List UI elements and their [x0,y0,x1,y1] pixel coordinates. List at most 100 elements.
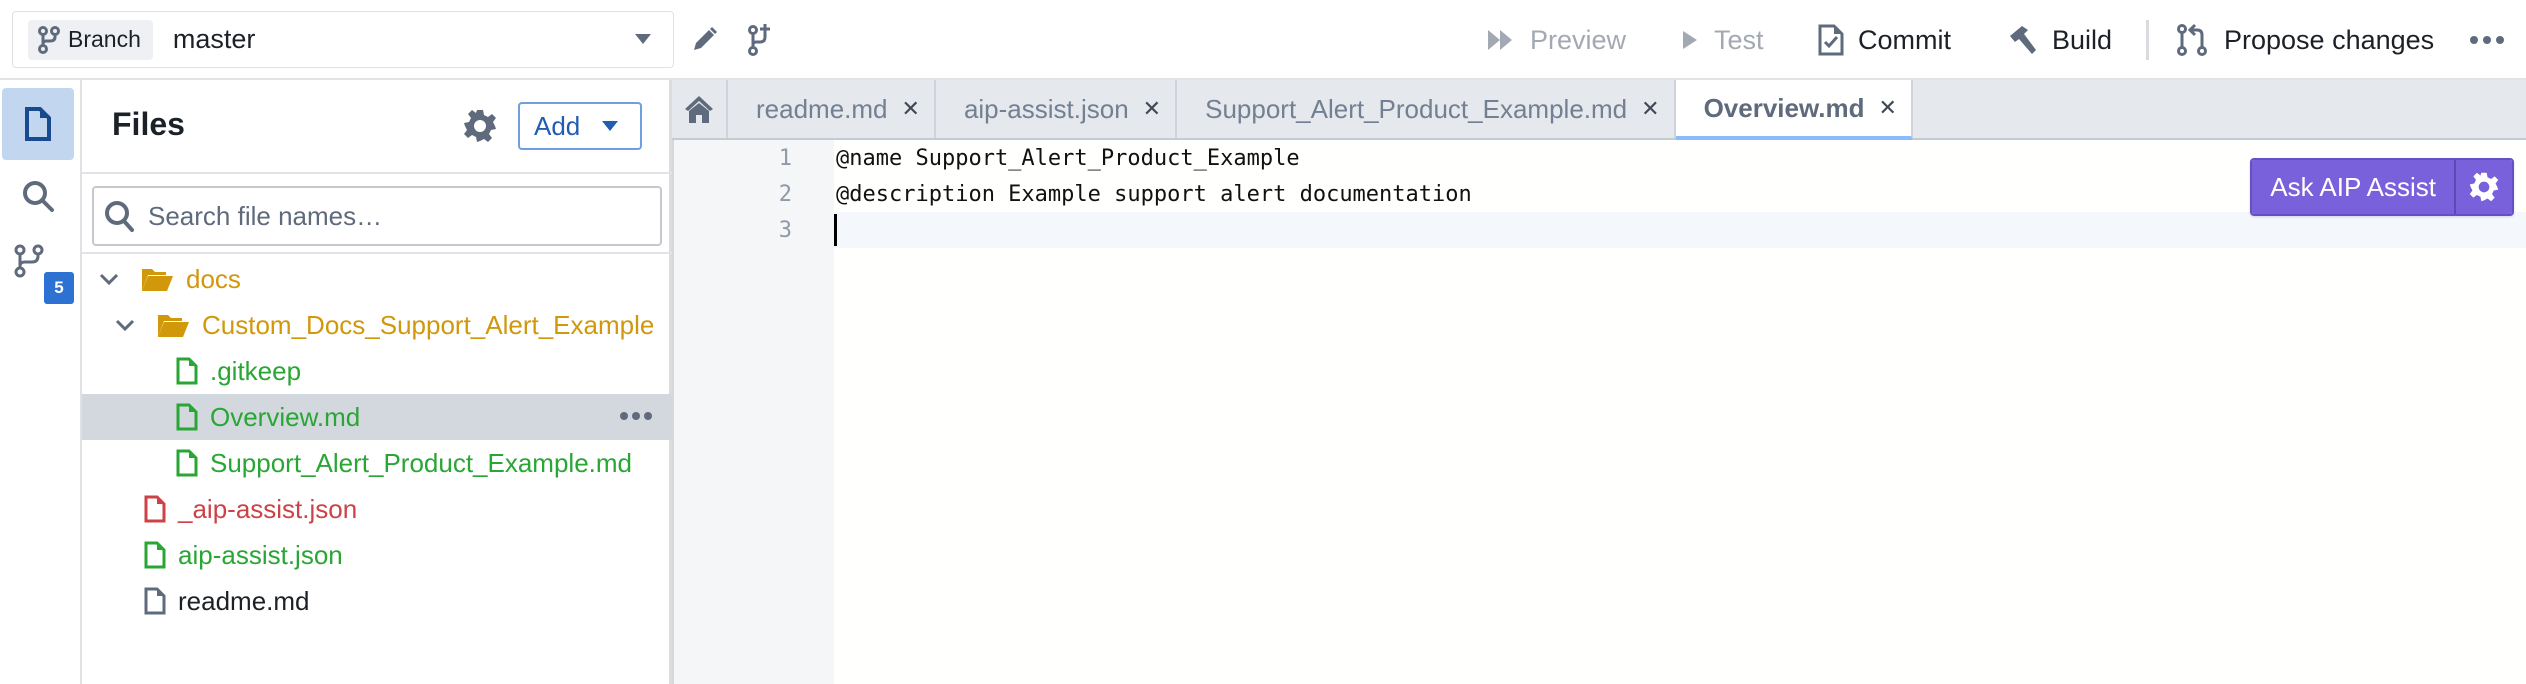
tab-support-alert[interactable]: Support_Alert_Product_Example.md ✕ [1177,80,1676,138]
file-search-box[interactable] [92,186,662,246]
line-number: 2 [778,181,792,207]
add-label: Add [534,110,581,141]
changes-count-badge: 5 [44,272,74,304]
tree-label: Custom_Docs_Support_Alert_Example [202,309,655,340]
code-editor[interactable]: 1 @name Support_Alert_Product_Example 2 … [779,140,2526,684]
tab-label: readme.md [756,93,888,124]
branch-tag: Branch [28,19,153,60]
git-branch-icon [38,25,60,54]
tree-file-aip-assist[interactable]: aip-assist.json [82,532,672,578]
document-icon [176,449,198,477]
close-icon[interactable]: ✕ [1641,96,1659,122]
gear-icon [2469,172,2499,202]
document-icon [176,357,198,385]
tab-readme[interactable]: readme.md ✕ [728,80,936,138]
files-settings-button[interactable] [462,108,498,149]
search-icon [105,201,134,232]
tree-file-aip-assist-deleted[interactable]: _aip-assist.json [82,486,672,532]
files-header: Files Add [82,80,672,174]
tab-label: aip-assist.json [963,93,1129,124]
add-button[interactable]: Add [518,102,642,150]
home-icon [685,96,713,123]
document-icon [176,403,198,431]
preview-label: Preview [1530,24,1627,55]
file-search-input[interactable] [148,200,628,232]
rail-search-button[interactable] [2,160,74,232]
git-branch-icon [14,244,44,278]
line-text: @description Example support alert docum… [836,181,1472,207]
ask-aip-assist-button[interactable]: Ask AIP Assist [2252,160,2456,214]
document-icon [144,541,166,569]
fast-forward-icon [1488,30,1512,50]
folder-open-icon [156,311,190,339]
git-new-branch-icon [748,24,770,56]
line-number: 1 [778,145,792,171]
rail-files-button[interactable] [2,88,74,160]
tree-file-gitkeep[interactable]: .gitkeep [82,348,672,394]
home-tab[interactable] [672,80,728,138]
edit-branch-button[interactable] [686,22,722,58]
more-button[interactable] [2466,22,2508,58]
close-icon[interactable]: ✕ [1143,96,1161,122]
close-icon[interactable]: ✕ [1878,95,1896,121]
tree-file-support-alert[interactable]: Support_Alert_Product_Example.md [82,440,672,486]
chevron-down-icon[interactable] [98,272,120,286]
hammer-icon [2010,26,2036,54]
tree-label: .gitkeep [210,355,302,386]
editor-tabs: readme.md ✕ aip-assist.json ✕ Support_Al… [672,80,2526,140]
branch-value: master [172,24,256,54]
chevron-down-icon[interactable] [114,318,136,332]
more-icon [2470,36,2504,44]
tree-label: docs [186,263,241,294]
file-tree: docs Custom_Docs_Support_Alert_Example .… [82,256,672,624]
folder-open-icon [140,265,174,293]
tree-label: Overview.md [210,401,361,432]
propose-changes-label: Propose changes [2224,24,2435,55]
close-icon[interactable]: ✕ [902,96,920,122]
tree-label: Support_Alert_Product_Example.md [210,447,633,478]
tree-label: readme.md [178,585,310,616]
caret-down-icon [602,121,619,131]
document-icon [144,495,166,523]
commit-button[interactable]: Commit [1818,18,1951,62]
branch-select[interactable]: Branch master [12,11,674,68]
branch-tag-label: Branch [68,26,141,52]
tree-folder-docs[interactable]: docs [82,256,672,302]
play-icon [1683,31,1697,49]
test-label: Test [1714,24,1764,55]
document-icon [144,587,166,615]
document-icon [25,107,51,141]
line-number: 3 [778,217,792,243]
more-icon[interactable] [620,412,652,420]
top-toolbar: Branch master Preview Test Commit Build … [0,0,2526,80]
tree-folder-custom-docs[interactable]: Custom_Docs_Support_Alert_Example [82,302,672,348]
files-title: Files [112,106,185,142]
test-button[interactable]: Test [1680,18,1764,62]
tab-aip-assist[interactable]: aip-assist.json ✕ [936,80,1178,138]
search-icon [23,181,54,212]
preview-button[interactable]: Preview [1486,18,1626,62]
tab-overview[interactable]: Overview.md ✕ [1675,80,1913,140]
editor: readme.md ✕ aip-assist.json ✕ Support_Al… [672,80,2526,684]
caret-down-icon [635,34,651,44]
propose-changes-button[interactable]: Propose changes [2176,18,2434,62]
tree-file-overview[interactable]: Overview.md [82,394,672,440]
build-label: Build [2052,24,2113,55]
git-pull-icon [2177,23,2207,56]
tab-label: Overview.md [1703,92,1865,123]
build-button[interactable]: Build [2006,18,2112,62]
pencil-icon [694,27,717,50]
text-cursor [834,214,837,246]
toolbar-divider [2146,20,2149,60]
aip-assist-group: Ask AIP Assist [2250,158,2514,216]
tree-file-readme[interactable]: readme.md [82,578,672,624]
document-check-icon [1818,24,1844,56]
files-panel: Files Add Search file names… docs Custom… [82,80,672,684]
aip-settings-button[interactable] [2456,160,2512,214]
line-text: @name Support_Alert_Product_Example [836,145,1300,171]
tree-label: _aip-assist.json [178,493,358,524]
create-branch-button[interactable] [744,22,780,58]
commit-label: Commit [1858,24,1951,55]
code-line-current: 3 [779,212,2526,248]
tab-label: Support_Alert_Product_Example.md [1205,93,1628,124]
